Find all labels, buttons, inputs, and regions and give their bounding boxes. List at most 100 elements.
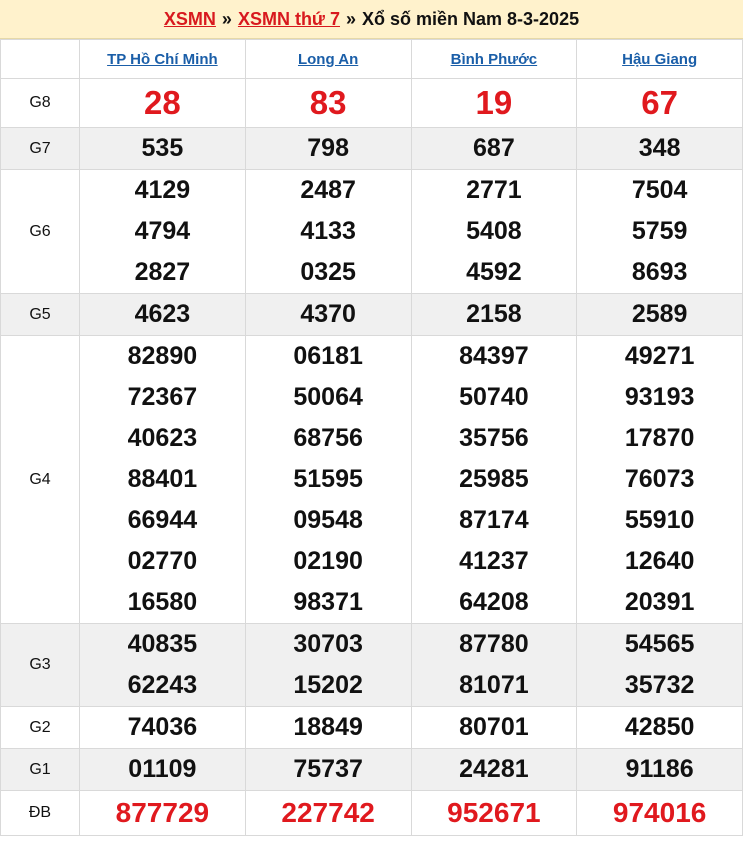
result-number: 4592 bbox=[466, 258, 522, 286]
province-link-hau-giang[interactable]: Hậu Giang bbox=[622, 51, 697, 68]
result-number: 24281 bbox=[459, 755, 529, 783]
breadcrumb-separator: » bbox=[221, 8, 232, 29]
prize-cell: 952671 bbox=[410, 790, 578, 836]
result-number: 72367 bbox=[127, 383, 198, 411]
result-number: 40623 bbox=[127, 424, 198, 452]
prize-cell: 83 bbox=[244, 78, 412, 128]
province-header: TP Hồ Chí Minh bbox=[79, 39, 246, 79]
result-number: 09548 bbox=[293, 506, 363, 534]
prize-row: G7 535 798 687 348 bbox=[0, 127, 743, 170]
prize-cell: 798 bbox=[244, 127, 412, 170]
result-number: 7504 bbox=[631, 176, 688, 204]
result-number: 30703 bbox=[293, 630, 363, 658]
prize-cell: 2487 4133 0325 bbox=[244, 169, 412, 294]
result-number: 16580 bbox=[127, 588, 198, 616]
province-header: Bình Phước bbox=[410, 39, 578, 79]
result-number: 02770 bbox=[127, 547, 198, 575]
result-number: 0325 bbox=[300, 258, 356, 286]
prize-label: ĐB bbox=[0, 790, 80, 836]
result-number: 15202 bbox=[293, 671, 363, 699]
result-number: 28 bbox=[144, 84, 181, 121]
prize-row: G1 01109 75737 24281 91186 bbox=[0, 748, 743, 791]
result-number: 40835 bbox=[127, 630, 198, 658]
prize-label: G1 bbox=[0, 748, 80, 791]
breadcrumb-link-xsmn-thu7[interactable]: XSMN thứ 7 bbox=[238, 9, 340, 30]
result-number: 64208 bbox=[459, 588, 529, 616]
result-number: 51595 bbox=[293, 465, 363, 493]
result-number: 2487 bbox=[300, 176, 356, 204]
result-number: 81071 bbox=[459, 671, 529, 699]
result-number: 66944 bbox=[127, 506, 198, 534]
result-number: 4370 bbox=[300, 300, 356, 328]
result-number: 687 bbox=[473, 134, 515, 162]
result-number: 4133 bbox=[300, 217, 356, 245]
prize-cell: 42850 bbox=[576, 706, 743, 749]
result-number: 74036 bbox=[127, 713, 198, 741]
result-number: 98371 bbox=[293, 588, 363, 616]
prize-cell: 348 bbox=[576, 127, 743, 170]
result-number: 50740 bbox=[459, 383, 529, 411]
prize-cell: 2589 bbox=[576, 293, 743, 336]
prize-cell: 54565 35732 bbox=[576, 623, 743, 707]
result-number: 82890 bbox=[127, 342, 198, 370]
prize-label: G5 bbox=[0, 293, 80, 336]
breadcrumb-separator: » bbox=[345, 8, 356, 29]
result-number: 974016 bbox=[612, 797, 707, 828]
result-number: 17870 bbox=[624, 424, 695, 452]
prize-cell: 7504 5759 8693 bbox=[576, 169, 743, 294]
province-header: Long An bbox=[244, 39, 412, 79]
prize-cell: 974016 bbox=[576, 790, 743, 836]
prize-row: G2 74036 18849 80701 42850 bbox=[0, 706, 743, 749]
result-number: 80701 bbox=[459, 713, 529, 741]
province-link-binh-phuoc[interactable]: Bình Phước bbox=[451, 51, 538, 68]
prize-row: G6 4129 4794 2827 2487 4133 0325 2771 5408 4592 75… bbox=[0, 169, 743, 294]
result-number: 62243 bbox=[127, 671, 198, 699]
prize-cell: 535 bbox=[79, 127, 246, 170]
prize-cell: 84397 50740 35756 25985 87174 41237 64208 bbox=[410, 335, 578, 624]
result-number: 18849 bbox=[293, 713, 363, 741]
breadcrumb-link-xsmn[interactable]: XSMN bbox=[164, 9, 216, 30]
prize-cell: 01109 bbox=[79, 748, 246, 791]
result-number: 91186 bbox=[625, 755, 694, 783]
result-number: 2771 bbox=[466, 176, 522, 204]
result-number: 84397 bbox=[459, 342, 529, 370]
prize-cell: 24281 bbox=[410, 748, 578, 791]
province-link-tp-hcm[interactable]: TP Hồ Chí Minh bbox=[107, 51, 218, 68]
result-number: 93193 bbox=[624, 383, 695, 411]
result-number: 41237 bbox=[459, 547, 529, 575]
prize-cell: 877729 bbox=[79, 790, 246, 836]
prize-cell: 40835 62243 bbox=[79, 623, 246, 707]
prize-label: G7 bbox=[0, 127, 80, 170]
result-number: 8693 bbox=[631, 258, 688, 286]
result-number: 67 bbox=[641, 84, 678, 121]
prize-cell: 74036 bbox=[79, 706, 246, 749]
prize-cell: 227742 bbox=[244, 790, 412, 836]
prize-cell: 06181 50064 68756 51595 09548 02190 98371 bbox=[244, 335, 412, 624]
result-number: 5759 bbox=[631, 217, 688, 245]
page-title-bar: XSMN » XSMN thứ 7 » Xổ số miền Nam 8-3-2… bbox=[0, 0, 743, 39]
result-number: 54565 bbox=[624, 630, 695, 658]
result-number: 87780 bbox=[459, 630, 529, 658]
prize-row: G4 82890 72367 40623 88401 66944 02770 16580 061… bbox=[0, 335, 743, 624]
prize-cell: 2771 5408 4592 bbox=[410, 169, 578, 294]
result-number: 2158 bbox=[466, 300, 522, 328]
prize-cell: 75737 bbox=[244, 748, 412, 791]
result-number: 227742 bbox=[281, 797, 375, 828]
province-header: Hậu Giang bbox=[576, 39, 743, 79]
prize-table-body: G8 28 83 19 67 G7 535 798 687 348 G6 4129 4794 2827 24… bbox=[0, 78, 743, 836]
result-number: 35756 bbox=[459, 424, 529, 452]
prize-cell: 4623 bbox=[79, 293, 246, 336]
prize-cell: 2158 bbox=[410, 293, 578, 336]
prize-cell: 687 bbox=[410, 127, 578, 170]
prize-cell: 19 bbox=[410, 78, 578, 128]
result-number: 50064 bbox=[293, 383, 363, 411]
province-link-long-an[interactable]: Long An bbox=[298, 51, 358, 68]
result-number: 75737 bbox=[293, 755, 363, 783]
result-number: 88401 bbox=[127, 465, 198, 493]
prize-cell: 91186 bbox=[576, 748, 743, 791]
result-number: 348 bbox=[638, 134, 681, 162]
prize-cell: 4370 bbox=[244, 293, 412, 336]
result-number: 535 bbox=[141, 134, 184, 162]
result-number: 01109 bbox=[128, 755, 197, 783]
result-number: 06181 bbox=[293, 342, 363, 370]
